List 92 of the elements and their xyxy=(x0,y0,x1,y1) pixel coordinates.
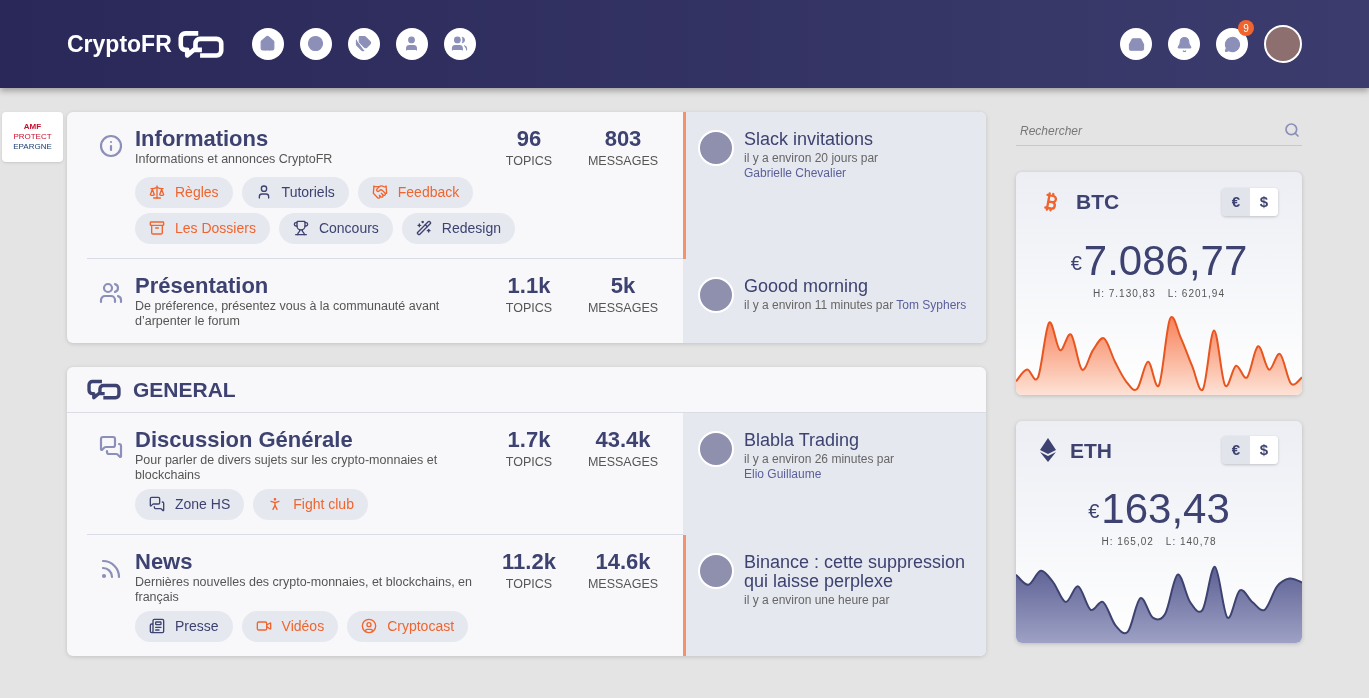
profile-button[interactable] xyxy=(395,28,428,60)
messages-count: 803 xyxy=(604,126,642,152)
forum-title[interactable]: News xyxy=(135,548,487,575)
coin-price: 163,43 xyxy=(1101,486,1230,532)
last-post-title[interactable]: Binance : cette suppression qui laisse perplexe xyxy=(744,552,968,591)
users-icon xyxy=(99,280,123,305)
forum-tag[interactable]: Presse xyxy=(135,610,233,642)
info-icon xyxy=(99,134,123,158)
magic-wand-icon xyxy=(415,220,432,237)
topics-count: 1.7k xyxy=(507,426,551,453)
category-title: GENERAL xyxy=(133,376,236,403)
last-post-title[interactable]: Goood morning xyxy=(744,276,967,296)
notifications-button[interactable] xyxy=(1168,28,1200,60)
messages-count: 43.4k xyxy=(595,426,651,453)
forum-description: Pour parler de divers sujets sur les crypto-monnaies et blockchains xyxy=(135,452,439,483)
newspaper-icon xyxy=(149,618,165,635)
topics-label: TOPICS xyxy=(505,453,553,471)
last-post-title[interactable]: Blabla Trading xyxy=(744,430,968,450)
tags-button[interactable] xyxy=(347,28,380,60)
avatar xyxy=(698,130,734,166)
messages-label: MESSAGES xyxy=(587,453,659,471)
forum-tag[interactable]: Redesign xyxy=(401,212,515,244)
brand-name[interactable]: CryptoFR xyxy=(67,26,172,62)
high-price: H: 165,02 xyxy=(1101,535,1154,549)
high-price: H: 7.130,83 xyxy=(1093,286,1156,301)
coin-symbol: BTC xyxy=(1076,189,1120,215)
recent-button[interactable] xyxy=(299,28,332,60)
bell-icon xyxy=(1175,35,1193,53)
chat-bubbles-icon xyxy=(99,434,123,459)
messages-label: MESSAGES xyxy=(587,153,659,170)
coin-price: 7.086,77 xyxy=(1083,237,1248,284)
topics-label: TOPICS xyxy=(505,153,553,170)
avatar xyxy=(698,276,734,313)
ad-text: AMF xyxy=(23,122,42,132)
people-icon xyxy=(451,35,469,53)
drawer-icon xyxy=(149,220,165,237)
diamond-icon xyxy=(1040,438,1056,463)
ad-text: EPARGNE xyxy=(13,142,52,152)
avatar-icon xyxy=(361,618,378,635)
user-avatar[interactable] xyxy=(1264,25,1302,63)
speech-bubble-icon xyxy=(1223,35,1241,53)
scale-icon xyxy=(149,184,165,201)
forum-tag[interactable]: Zone HS xyxy=(135,488,245,520)
forum-description: Informations et annonces CryptoFR xyxy=(135,152,334,167)
author-link[interactable]: Elio Guillaume xyxy=(744,466,822,481)
forum-title[interactable]: Discussion Générale xyxy=(135,426,487,453)
tags-icon xyxy=(355,35,373,53)
currency-sign: € xyxy=(1070,250,1082,276)
forum-description: De préference, présentez vous à la communauté avant d’arpenter le forum xyxy=(135,298,441,329)
house-icon xyxy=(259,35,277,53)
members-button[interactable] xyxy=(443,28,476,60)
currency-toggle[interactable]: $ xyxy=(1250,187,1278,216)
currency-toggle[interactable]: € xyxy=(1222,187,1250,216)
author-link[interactable]: Tom Syphers xyxy=(896,297,967,312)
avatar xyxy=(698,552,734,589)
currency-sign: € xyxy=(1088,499,1100,524)
currency-toggle[interactable]: $ xyxy=(1250,436,1278,465)
last-post-meta: il y a environ 20 jours par Gabrielle Chevalier xyxy=(744,151,880,181)
forum-description: Dernières nouvelles des crypto-monnaies, et blockchains, en français xyxy=(135,574,473,605)
handshake-icon xyxy=(371,184,388,201)
last-post-meta: il y a environ une heure par xyxy=(744,592,891,608)
low-price: L: 6201,94 xyxy=(1167,286,1225,301)
trophy-icon xyxy=(292,220,309,237)
inbox-button[interactable] xyxy=(1120,28,1152,60)
topics-label: TOPICS xyxy=(505,575,553,593)
topics-count: 96 xyxy=(516,126,542,152)
topics-label: TOPICS xyxy=(505,299,553,317)
forum-title[interactable]: Présentation xyxy=(135,272,487,299)
chat-bubbles-icon xyxy=(149,496,165,513)
topics-count: 1.1k xyxy=(507,272,551,299)
ad-text: PROTECT xyxy=(13,132,52,142)
messages-label: MESSAGES xyxy=(587,299,659,317)
messages-count: 5k xyxy=(610,272,636,299)
messages-label: MESSAGES xyxy=(587,575,659,593)
forum-tag[interactable]: Tutoriels xyxy=(241,176,349,208)
last-post-meta: il y a environ 26 minutes par Elio Guillaume xyxy=(744,451,896,482)
currency-toggle[interactable]: € xyxy=(1222,436,1250,465)
topics-count: 11.2k xyxy=(502,548,556,575)
last-post-meta: il y a environ 11 minutes par Tom Syphers xyxy=(744,297,967,313)
home-button[interactable] xyxy=(251,28,284,60)
avatar xyxy=(698,430,734,467)
ad-banner[interactable]: AMF PROTECT EPARGNE xyxy=(2,112,63,162)
search-icon xyxy=(1284,122,1300,138)
search-field[interactable]: Rechercher xyxy=(1016,116,1302,146)
coin-symbol: ETH xyxy=(1070,437,1112,464)
low-price: L: 140,78 xyxy=(1165,535,1217,549)
notification-badge: 9 xyxy=(1238,20,1254,36)
author-link[interactable]: Gabrielle Chevalier xyxy=(744,166,847,180)
forum-title[interactable]: Informations xyxy=(135,126,487,152)
last-post-title[interactable]: Slack invitations xyxy=(744,130,968,149)
forum-tag[interactable]: Concours xyxy=(278,212,393,244)
messages-count: 14.6k xyxy=(595,548,651,575)
